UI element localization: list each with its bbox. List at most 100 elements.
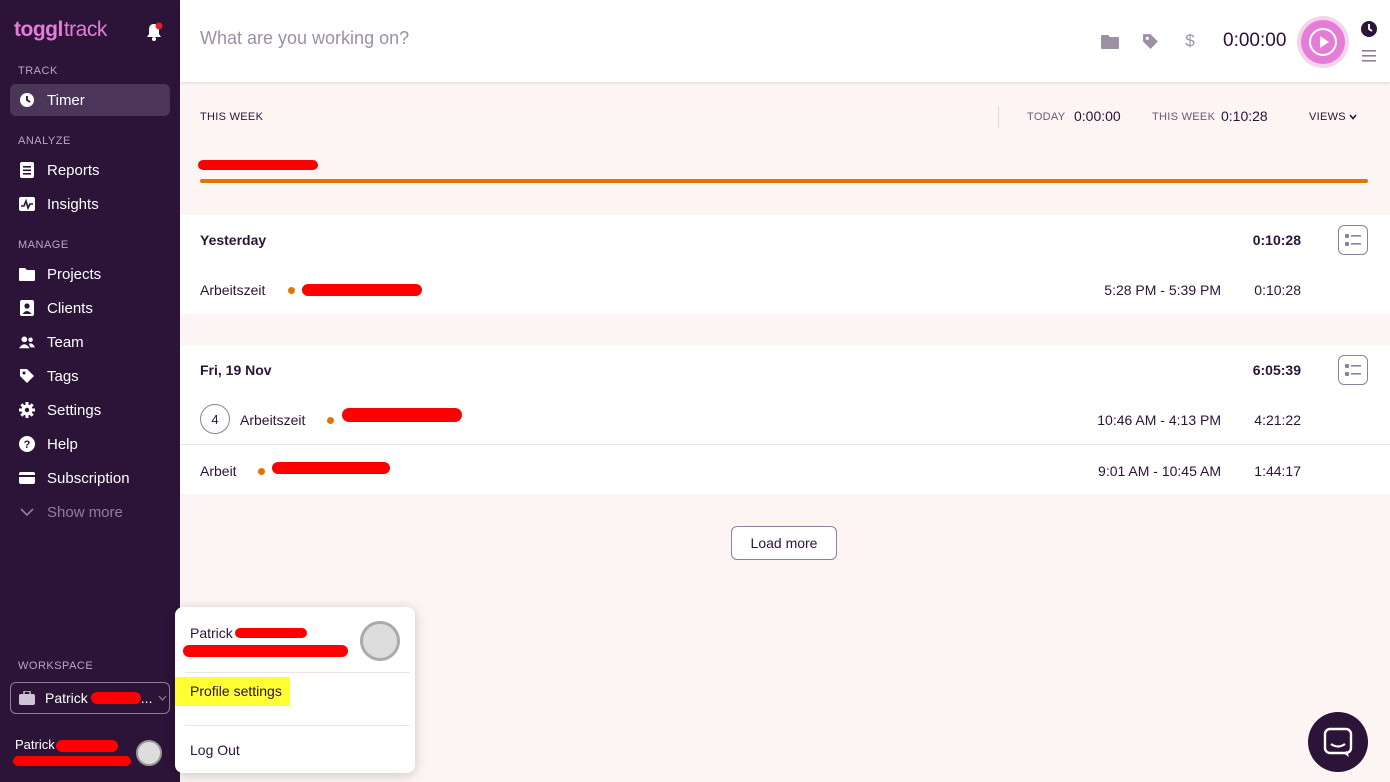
sidebar-item-insights[interactable]: Insights: [10, 188, 170, 220]
insights-icon: [19, 196, 35, 212]
description-input[interactable]: [200, 28, 800, 49]
time-entry-row[interactable]: 4 Arbeitszeit 10:46 AM - 4:13 PM 4:21:22: [180, 394, 1390, 444]
today-total: 0:00:00: [1074, 108, 1121, 124]
day-group: Fri, 19 Nov 6:05:39 4 Arbeitszeit 10:46 …: [180, 345, 1390, 494]
card-icon: [19, 470, 35, 486]
sidebar-item-label: Reports: [47, 161, 100, 179]
week-total: 0:10:28: [1221, 108, 1268, 124]
sidebar-item-label: Help: [47, 435, 78, 453]
sidebar-item-help[interactable]: ? Help: [10, 428, 170, 460]
today-label: TODAY: [1027, 111, 1066, 123]
gear-icon: [19, 402, 35, 418]
sidebar-item-reports[interactable]: Reports: [10, 154, 170, 186]
sidebar: toggltrack TRACK Timer ANALYZE Reports I…: [0, 0, 180, 782]
toggl-logo[interactable]: toggltrack: [14, 18, 107, 42]
redaction-mark: [302, 284, 422, 296]
redaction-mark: [198, 160, 318, 170]
sidebar-item-settings[interactable]: Settings: [10, 394, 170, 426]
views-dropdown[interactable]: VIEWS: [1309, 111, 1357, 123]
entry-description[interactable]: Arbeit: [200, 463, 237, 479]
redaction-mark: [183, 645, 348, 657]
entry-description[interactable]: Arbeitszeit: [200, 282, 265, 298]
entry-time-range[interactable]: 9:01 AM - 10:45 AM: [1098, 463, 1221, 479]
redaction-mark: [56, 739, 119, 752]
sidebar-item-label: Clients: [47, 299, 93, 317]
day-total: 0:10:28: [1252, 232, 1301, 248]
start-timer-button[interactable]: [1301, 20, 1345, 64]
section-manage-label: MANAGE: [18, 239, 69, 251]
sidebar-item-projects[interactable]: Projects: [10, 258, 170, 290]
popup-user-name: Patrick: [190, 625, 307, 641]
chevron-down-icon: [158, 695, 167, 701]
project-dot: [327, 417, 334, 424]
sidebar-item-label: Subscription: [47, 469, 130, 487]
svg-text:?: ?: [24, 439, 31, 451]
chevron-down-icon: [1349, 114, 1357, 120]
sidebar-item-tags[interactable]: Tags: [10, 360, 170, 392]
clock-icon: [19, 92, 35, 108]
project-dot: [258, 468, 265, 475]
day-group: Yesterday 0:10:28 Arbeitszeit 5:28 PM - …: [180, 215, 1390, 314]
sidebar-item-label: Settings: [47, 401, 102, 419]
chat-icon: [1323, 727, 1353, 757]
entry-time-range[interactable]: 10:46 AM - 4:13 PM: [1097, 412, 1221, 428]
divider: [998, 106, 999, 128]
day-total: 6:05:39: [1252, 362, 1301, 378]
avatar[interactable]: [136, 740, 162, 766]
week-label: THIS WEEK: [1152, 111, 1216, 123]
client-icon: [19, 300, 35, 316]
sidebar-item-subscription[interactable]: Subscription: [10, 462, 170, 494]
reports-icon: [19, 162, 35, 178]
bell-icon[interactable]: [145, 22, 163, 42]
log-out-link[interactable]: Log Out: [190, 742, 240, 758]
day-title: Yesterday: [200, 232, 267, 248]
help-icon: ?: [19, 436, 35, 452]
divider: [185, 725, 410, 726]
entry-time-range[interactable]: 5:28 PM - 5:39 PM: [1104, 282, 1221, 298]
entry-duration[interactable]: 0:10:28: [1254, 282, 1301, 298]
play-icon: [1309, 28, 1337, 56]
entry-duration[interactable]: 1:44:17: [1254, 463, 1301, 479]
redaction-mark: [234, 628, 307, 638]
avatar: [360, 621, 400, 661]
grouped-count-badge[interactable]: 4: [200, 404, 230, 434]
billable-dollar-icon[interactable]: $: [1179, 30, 1201, 52]
this-week-heading: THIS WEEK: [200, 111, 264, 123]
sidebar-item-label: Timer: [47, 91, 85, 109]
workspace-ellipsis: ...: [140, 690, 153, 706]
redaction-mark: [90, 692, 141, 704]
project-folder-icon[interactable]: [1099, 30, 1121, 52]
bulk-edit-button[interactable]: [1338, 355, 1368, 385]
bulk-edit-button[interactable]: [1338, 225, 1368, 255]
workspace-select[interactable]: Patrick ...: [10, 682, 170, 714]
views-label: VIEWS: [1309, 111, 1346, 123]
tag-icon[interactable]: [1139, 30, 1161, 52]
timer-mode-clock-icon[interactable]: [1360, 20, 1378, 38]
chat-support-button[interactable]: [1308, 712, 1368, 772]
day-title: Fri, 19 Nov: [200, 362, 272, 378]
time-entry-row[interactable]: Arbeitszeit 5:28 PM - 5:39 PM 0:10:28: [180, 264, 1390, 314]
profile-settings-link[interactable]: Profile settings: [175, 677, 290, 706]
manual-mode-list-icon[interactable]: [1362, 50, 1376, 62]
sidebar-item-timer[interactable]: Timer: [10, 84, 170, 116]
entry-description[interactable]: Arbeitszeit: [240, 412, 305, 428]
sidebar-item-label: Tags: [47, 367, 79, 385]
team-icon: [19, 334, 35, 350]
project-dot: [288, 287, 295, 294]
user-name: Patrick: [15, 737, 55, 752]
section-track-label: TRACK: [18, 65, 58, 77]
timer-bar: $ 0:00:00: [180, 0, 1390, 82]
sidebar-item-label: Team: [47, 333, 84, 351]
week-project-bar: [200, 179, 1368, 183]
folder-icon: [19, 266, 35, 282]
entry-duration[interactable]: 4:21:22: [1254, 412, 1301, 428]
load-more-button[interactable]: Load more: [731, 526, 837, 560]
redaction-mark: [13, 756, 131, 766]
section-analyze-label: ANALYZE: [18, 135, 71, 147]
sidebar-item-team[interactable]: Team: [10, 326, 170, 358]
time-entry-row[interactable]: Arbeit 9:01 AM - 10:45 AM 1:44:17: [180, 444, 1390, 494]
sidebar-item-show-more[interactable]: Show more: [10, 496, 170, 528]
divider: [185, 672, 410, 673]
sidebar-item-clients[interactable]: Clients: [10, 292, 170, 324]
bulk-edit-icon: [1345, 364, 1361, 376]
